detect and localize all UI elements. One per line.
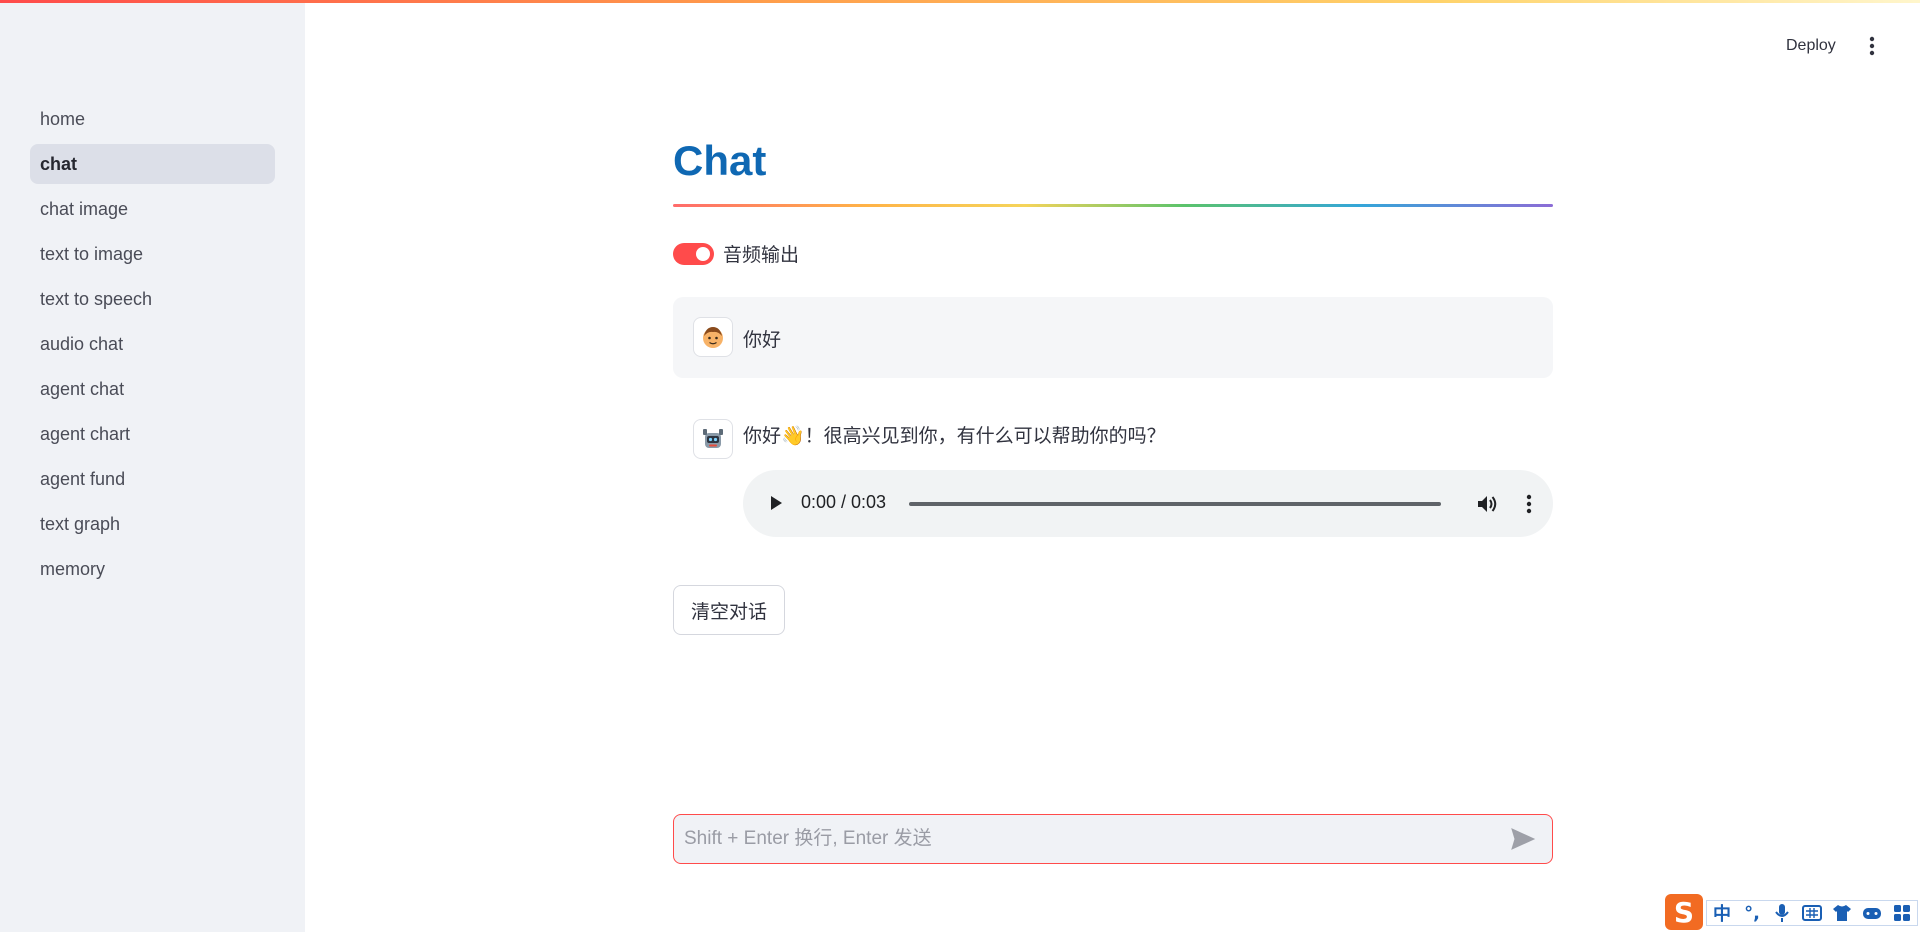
clear-chat-button[interactable]: 清空对话 xyxy=(673,585,785,635)
ime-punctuation-icon[interactable]: °, xyxy=(1741,902,1763,924)
chat-message-assistant: 你好👋！很高兴见到你，有什么可以帮助你的吗？ 0:00 / 0:03 xyxy=(673,410,1553,540)
assistant-message-text: 你好👋！很高兴见到你，有什么可以帮助你的吗？ xyxy=(743,426,1166,447)
sidebar-item-text-to-speech[interactable]: text to speech xyxy=(30,279,275,319)
sidebar-item-agent-chart[interactable]: agent chart xyxy=(30,414,275,454)
user-face-icon xyxy=(693,317,733,357)
ime-icon-strip: 中 °, xyxy=(1706,900,1918,926)
sidebar-item-text-to-image[interactable]: text to image xyxy=(30,234,275,274)
ime-language-icon[interactable]: 中 xyxy=(1711,902,1733,925)
chat-message-user: 你好 xyxy=(673,297,1553,378)
title-divider xyxy=(673,204,1553,207)
deploy-button[interactable]: Deploy xyxy=(1774,32,1848,60)
top-decoration-stripe xyxy=(0,0,1920,3)
ime-logo-icon[interactable]: S xyxy=(1665,894,1703,930)
user-message-text: 你好 xyxy=(743,330,782,351)
page-title: Chat xyxy=(673,137,767,184)
sidebar-item-chat[interactable]: chat xyxy=(30,144,275,184)
sidebar: home chat chat image text to image text … xyxy=(0,0,305,932)
sidebar-item-home[interactable]: home xyxy=(30,99,275,139)
robot-icon xyxy=(693,419,733,459)
sidebar-item-memory[interactable]: memory xyxy=(30,549,275,589)
audio-player: 0:00 / 0:03 xyxy=(743,470,1553,537)
chat-input[interactable] xyxy=(684,815,1494,863)
audio-output-toggle[interactable]: 音频输出 xyxy=(673,240,799,267)
keyboard-icon[interactable] xyxy=(1801,902,1823,924)
gamepad-icon[interactable] xyxy=(1861,902,1883,924)
sidebar-item-chat-image[interactable]: chat image xyxy=(30,189,275,229)
sidebar-item-text-graph[interactable]: text graph xyxy=(30,504,275,544)
volume-icon[interactable] xyxy=(1475,492,1499,516)
grid-apps-icon[interactable] xyxy=(1891,902,1913,924)
chat-input-container xyxy=(673,814,1553,864)
toggle-knob xyxy=(696,246,710,261)
audio-progress-track[interactable] xyxy=(909,502,1441,506)
kebab-menu-icon[interactable] xyxy=(1860,30,1884,62)
sidebar-item-agent-fund[interactable]: agent fund xyxy=(30,459,275,499)
sidebar-nav: home chat chat image text to image text … xyxy=(30,99,275,594)
sidebar-item-audio-chat[interactable]: audio chat xyxy=(30,324,275,364)
ime-toolbar: S 中 °, xyxy=(1660,894,1920,932)
sidebar-item-agent-chat[interactable]: agent chat xyxy=(30,369,275,409)
play-icon[interactable] xyxy=(765,493,785,513)
audio-time: 0:00 / 0:03 xyxy=(801,492,887,512)
microphone-icon[interactable] xyxy=(1771,902,1793,924)
send-icon[interactable] xyxy=(1510,827,1536,851)
toggle-switch[interactable] xyxy=(673,242,714,265)
audio-more-options-icon[interactable] xyxy=(1521,492,1537,516)
skin-shirt-icon[interactable] xyxy=(1831,902,1853,924)
audio-output-label: 音频输出 xyxy=(723,245,800,266)
